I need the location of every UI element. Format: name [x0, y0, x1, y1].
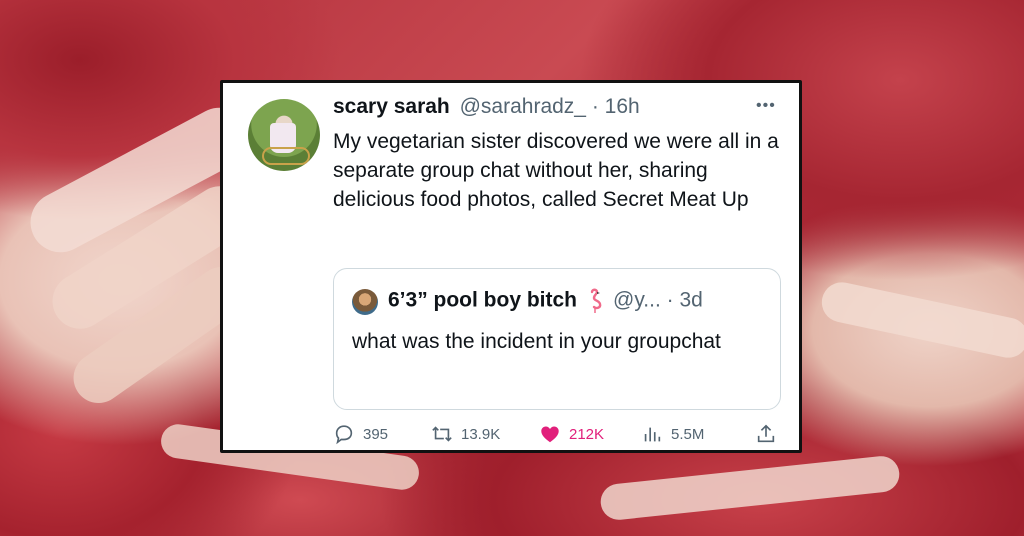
timestamp[interactable]: 16h: [605, 95, 640, 118]
quote-avatar: [352, 289, 378, 315]
share-icon: [757, 424, 775, 443]
quote-timestamp: 3d: [679, 288, 703, 312]
quote-text: what was the incident in your groupchat: [352, 330, 721, 353]
quote-separator: ·: [660, 288, 680, 312]
share-button[interactable]: [755, 423, 777, 445]
reply-count: 395: [363, 425, 389, 443]
separator: ·: [586, 95, 605, 118]
display-name[interactable]: scary sarah: [333, 95, 450, 118]
avatar[interactable]: [248, 99, 320, 171]
repost-icon: [432, 426, 452, 442]
quote-handle: @y...: [613, 288, 661, 312]
like-count: 212K: [569, 425, 605, 443]
quote-header: 6’3” pool boy bitch @y... · 3d: [388, 288, 703, 314]
view-count: 5.5M: [671, 425, 705, 443]
tweet-card[interactable]: scary sarah @sarahradz_ · 16h ••• My veg…: [220, 80, 802, 453]
quote-display-name: 6’3” pool boy bitch: [388, 288, 578, 312]
views-chart-icon: [644, 427, 661, 442]
action-bar: 395 13.9K 212K 5.5M: [333, 423, 783, 447]
repost-button[interactable]: 13.9K: [431, 423, 500, 445]
more-horizontal-icon[interactable]: •••: [756, 97, 776, 115]
quoted-tweet[interactable]: 6’3” pool boy bitch @y... · 3d what was …: [333, 268, 781, 410]
like-button[interactable]: 212K: [539, 423, 604, 445]
handle[interactable]: @sarahradz_: [460, 95, 586, 118]
repost-count: 13.9K: [461, 425, 501, 443]
views-button[interactable]: 5.5M: [641, 423, 704, 445]
flamingo-icon: [590, 288, 602, 313]
reply-button[interactable]: 395: [333, 423, 388, 445]
tweet-header: scary sarah @sarahradz_ · 16h: [333, 95, 640, 119]
heart-icon: [541, 426, 559, 443]
tweet-text: My vegetarian sister discovered we were …: [333, 130, 779, 211]
reply-icon: [335, 425, 353, 445]
